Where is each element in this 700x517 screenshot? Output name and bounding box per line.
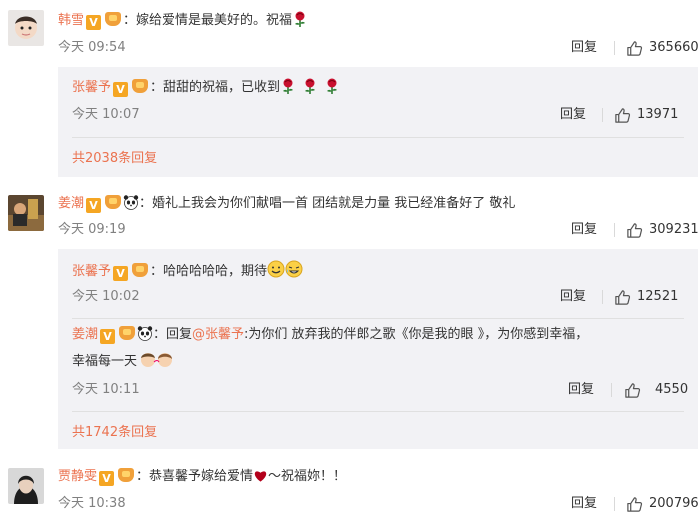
vip-crown-icon (119, 326, 136, 340)
vip-crown-icon (118, 468, 135, 482)
vip-crown-icon (132, 79, 149, 93)
thumbs-up-icon (626, 40, 643, 57)
like-button[interactable]: 365660 (626, 39, 699, 57)
verified-icon: V (86, 198, 102, 213)
rose-icon (302, 78, 318, 94)
like-button[interactable]: 200796 (626, 495, 699, 513)
divider (72, 318, 684, 319)
rose-icon (280, 78, 296, 94)
comment-text: 韩雪 V ：嫁给爱情是最美好的。祝福 (58, 11, 308, 30)
verified-icon: V (113, 82, 129, 97)
replies-panel: 张馨予 V ：哈哈哈哈哈，期待 今天 10:02 回复 12521 姜潮 V ：回复@张… (58, 249, 698, 449)
divider (602, 290, 603, 304)
divider (614, 223, 615, 237)
reply-button[interactable]: 回复 (560, 106, 586, 124)
vip-crown-icon (132, 263, 149, 277)
thumbs-up-icon (626, 222, 643, 239)
username[interactable]: 张馨予 (72, 264, 111, 279)
username[interactable]: 姜潮 (58, 196, 84, 211)
rose-icon (324, 78, 340, 94)
like-button[interactable]: 309231 (626, 221, 699, 239)
comment-text: 贾静雯 V ：恭喜馨予嫁给爱情 ～祝福妳！！ (58, 468, 346, 486)
reply-text: 张馨予 V ：哈哈哈哈哈，期待 (72, 260, 303, 281)
timestamp: 今天 10:11 (72, 382, 140, 397)
avatar[interactable] (8, 468, 44, 504)
timestamp: 今天 10:07 (72, 107, 140, 122)
reply-content: 幸福每一天 (72, 354, 138, 369)
divider (72, 137, 684, 138)
vip-crown-icon (105, 195, 122, 209)
like-button[interactable]: 4550 (624, 381, 688, 399)
reply-button[interactable]: 回复 (560, 288, 586, 306)
like-count: 365660 (649, 40, 699, 55)
comment-2: 姜潮 V ：婚礼上我会为你们献唱一首 团结就是力量 我已经准备好了 敬礼 今天 09… (0, 185, 700, 455)
reply-text: 张馨予 V ：甜甜的祝福，已收到 (72, 78, 340, 97)
like-button[interactable]: 12521 (614, 288, 678, 306)
thumbs-up-icon (614, 289, 631, 306)
divider (614, 41, 615, 55)
vip-crown-icon (105, 12, 122, 26)
like-count: 200796 (649, 496, 699, 511)
like-button[interactable]: 13971 (614, 106, 678, 124)
divider (611, 383, 612, 397)
timestamp: 今天 09:19 (58, 222, 126, 237)
comment-1: 韩雪 V ：嫁给爱情是最美好的。祝福 今天 09:54 回复 365660 张馨予 V… (0, 0, 700, 180)
rose-icon (292, 11, 308, 27)
timestamp: 今天 09:54 (58, 40, 126, 55)
reply-content: ：哈哈哈哈哈，期待 (150, 264, 268, 279)
divider (614, 497, 615, 511)
couple-kiss-icon (141, 353, 173, 367)
reply-content: :为你们 放弃我的伴郎之歌《你是我的眼 》，为你感到幸福， (244, 327, 589, 342)
username[interactable]: 张馨予 (72, 80, 111, 95)
heart-icon (254, 471, 267, 482)
avatar[interactable] (8, 10, 44, 46)
reply-content: ：甜甜的祝福，已收到 (150, 80, 281, 95)
smile-icon (267, 260, 285, 278)
timestamp: 今天 10:38 (58, 496, 126, 511)
thumbs-up-icon (614, 107, 631, 124)
comment-content: ～祝福妳！！ (268, 469, 347, 484)
avatar[interactable] (8, 195, 44, 231)
verified-icon: V (113, 266, 129, 281)
panda-icon (137, 326, 153, 341)
laugh-cry-icon (285, 260, 303, 278)
reply-text-line2: 幸福每一天 (72, 350, 177, 371)
mention-link[interactable]: @张馨予 (192, 327, 244, 342)
divider (602, 108, 603, 122)
more-replies-link[interactable]: 共2038条回复 (72, 147, 157, 166)
verified-icon: V (100, 329, 116, 344)
timestamp: 今天 10:02 (72, 289, 140, 304)
username[interactable]: 韩雪 (58, 13, 84, 28)
more-replies-link[interactable]: 共1742条回复 (72, 421, 157, 440)
replies-panel: 张馨予 V ：甜甜的祝福，已收到 今天 10:07 回复 13971 共2038条回… (58, 67, 698, 177)
reply-content: ：回复 (153, 327, 193, 342)
divider (72, 411, 684, 412)
comment-text: 姜潮 V ：婚礼上我会为你们献唱一首 团结就是力量 我已经准备好了 敬礼 (58, 194, 515, 213)
verified-icon: V (86, 15, 102, 30)
reply-button[interactable]: 回复 (571, 39, 597, 57)
like-count: 4550 (655, 382, 689, 397)
username[interactable]: 贾静雯 (58, 469, 97, 484)
comment-content: ：婚礼上我会为你们献唱一首 团结就是力量 我已经准备好了 敬礼 (139, 196, 516, 211)
reply-button[interactable]: 回复 (571, 221, 597, 239)
thumbs-up-icon (626, 496, 643, 513)
comment-3: 贾静雯 V ：恭喜馨予嫁给爱情 ～祝福妳！！ 今天 10:38 回复 200796 (0, 460, 700, 517)
like-count: 12521 (637, 289, 679, 304)
reply-button[interactable]: 回复 (571, 495, 597, 513)
like-count: 13971 (637, 107, 679, 122)
like-count: 309231 (649, 222, 699, 237)
reply-text: 姜潮 V ：回复@张馨予:为你们 放弃我的伴郎之歌《你是我的眼 》，为你感到幸福， (72, 325, 588, 344)
username[interactable]: 姜潮 (72, 327, 98, 342)
panda-icon (123, 195, 139, 210)
thumbs-up-icon (624, 382, 641, 399)
comment-content: ：恭喜馨予嫁给爱情 (136, 469, 254, 484)
comment-content: ：嫁给爱情是最美好的。祝福 (123, 13, 293, 28)
verified-icon: V (99, 471, 115, 486)
reply-button[interactable]: 回复 (568, 381, 594, 399)
